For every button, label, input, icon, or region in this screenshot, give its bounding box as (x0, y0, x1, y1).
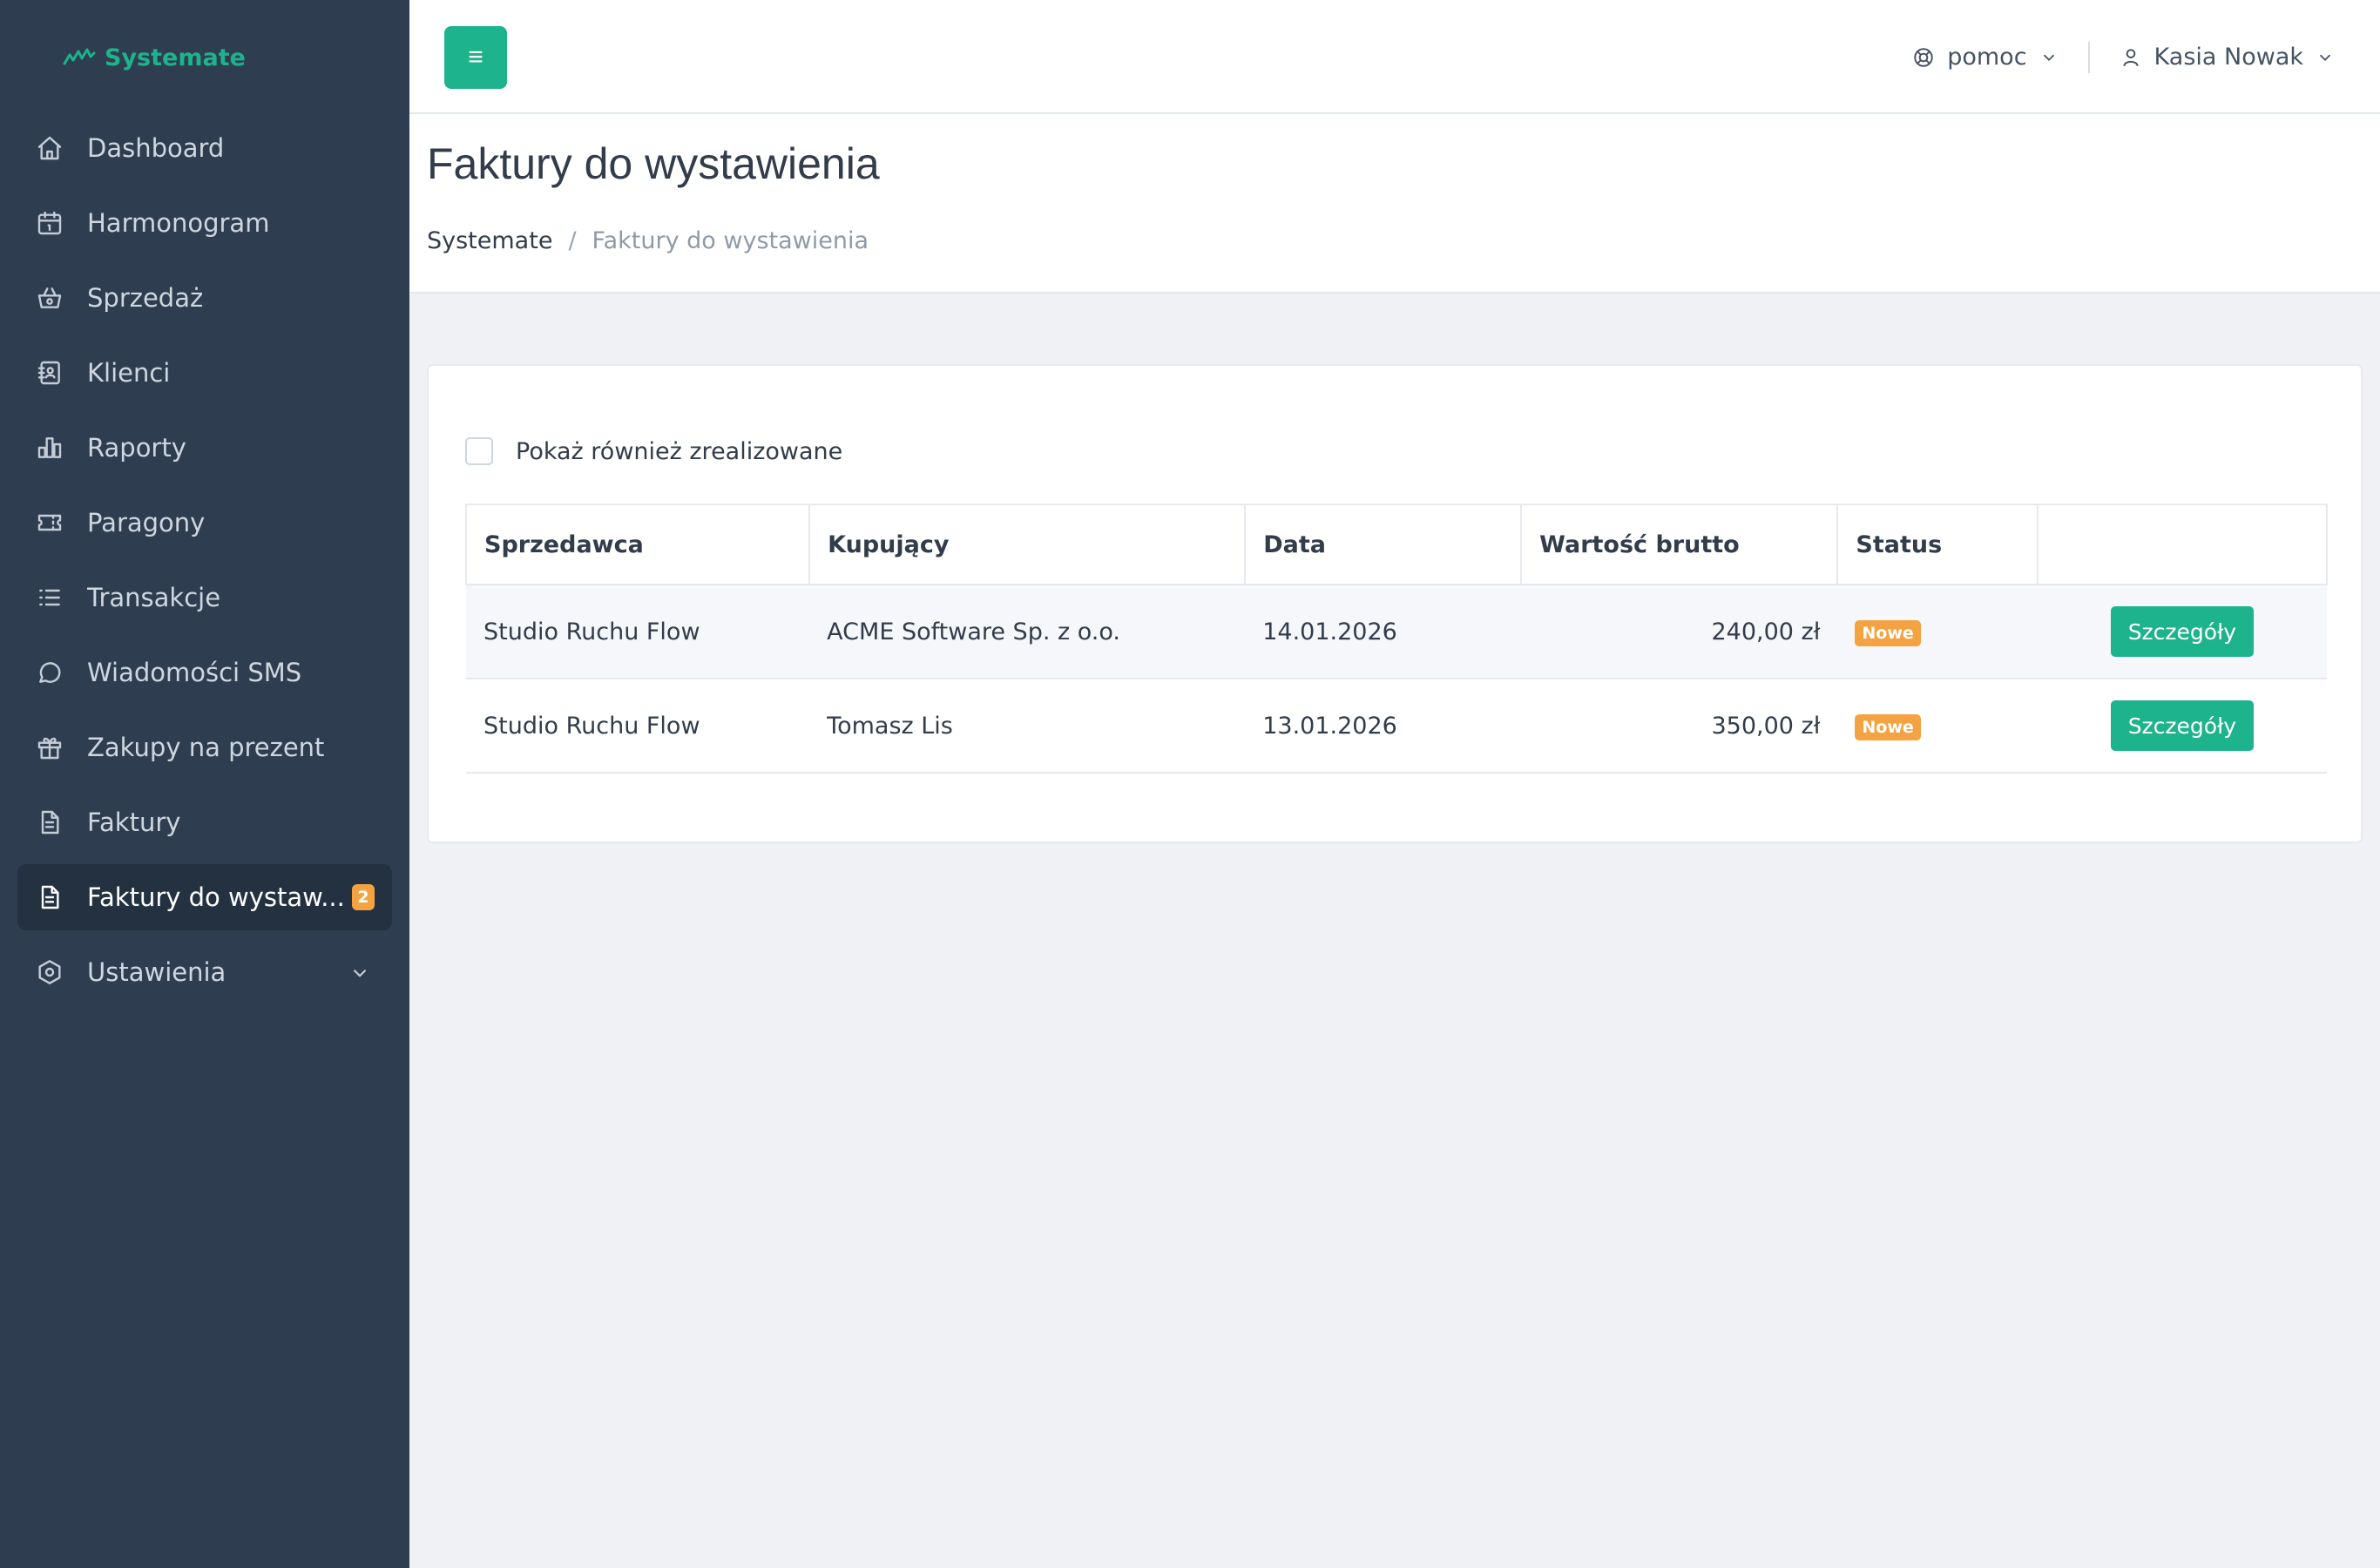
chevron-down-icon (2319, 54, 2331, 61)
sidebar-item-dashboard[interactable]: Dashboard (17, 115, 392, 181)
sidebar-item-klienci[interactable]: Klienci (17, 340, 392, 406)
help-label: pomoc (1947, 44, 2027, 71)
user-menu[interactable]: Kasia Nowak (2120, 44, 2335, 71)
cell-action: Szczegóły (2037, 679, 2327, 774)
sidebar-item-zakupy-na-prezent[interactable]: Zakupy na prezent (17, 714, 392, 781)
table-row: Studio Ruchu Flow ACME Software Sp. z o.… (466, 585, 2327, 679)
sidebar-item-faktury-do-wystawienia[interactable]: Faktury do wystaw... 2 (17, 864, 392, 930)
menu-toggle-button[interactable]: ≡ (444, 26, 507, 89)
message-icon (35, 658, 64, 687)
user-icon (2122, 48, 2139, 66)
cell-seller: Studio Ruchu Flow (466, 585, 810, 679)
cell-buyer: ACME Software Sp. z o.o. (809, 585, 1246, 679)
document-icon (35, 882, 64, 912)
document-icon (35, 808, 64, 837)
pending-count-badge: 2 (352, 884, 375, 910)
cell-buyer: Tomasz Lis (809, 679, 1246, 774)
brand-name: Systemate (105, 44, 246, 71)
address-book-icon (35, 358, 64, 388)
breadcrumb-current: Faktury do wystawienia (592, 227, 869, 254)
brand-logo[interactable]: Systemate (17, 0, 392, 115)
breadcrumb-root-link[interactable]: Systemate (427, 227, 552, 254)
sidebar-item-label: Transakcje (87, 583, 221, 612)
sidebar-item-label: Raporty (87, 433, 186, 463)
sidebar-item-label: Faktury (87, 808, 181, 837)
invoices-table: Sprzedawca Kupujący Data Wartość brutto … (464, 504, 2329, 774)
sidebar-item-wiadomosci-sms[interactable]: Wiadomości SMS (17, 639, 392, 706)
cell-gross-value: 350,00 zł (1521, 679, 1838, 774)
user-name: Kasia Nowak (2153, 44, 2303, 71)
sidebar-item-label: Ustawienia (87, 957, 227, 987)
sidebar-item-label: Wiadomości SMS (87, 658, 302, 687)
top-bar: ≡ pomoc Kasia Nowak (409, 0, 2380, 114)
sidebar-item-label: Harmonogram (87, 208, 270, 238)
basket-icon (35, 283, 64, 313)
column-header-date[interactable]: Data (1244, 504, 1523, 585)
status-badge: Nowe (1855, 619, 1921, 646)
list-icon (35, 583, 64, 612)
calendar-icon (35, 208, 64, 238)
sidebar-item-paragony[interactable]: Paragony (17, 490, 392, 556)
sidebar-item-faktury[interactable]: Faktury (17, 789, 392, 855)
show-completed-label: Pokaż również zrealizowane (516, 437, 843, 465)
sidebar-item-label: Dashboard (87, 133, 225, 163)
home-icon (35, 133, 64, 163)
cell-gross-value: 240,00 zł (1521, 585, 1838, 679)
invoices-card: Pokaż również zrealizowane Sprzedawca Ku… (427, 364, 2363, 843)
table-header-row: Sprzedawca Kupujący Data Wartość brutto … (464, 504, 2329, 585)
chevron-down-icon (2043, 54, 2054, 61)
cell-date: 14.01.2026 (1245, 585, 1522, 679)
breadcrumb: Systemate / Faktury do wystawienia (427, 227, 2380, 254)
column-header-actions (2036, 504, 2329, 585)
show-completed-filter[interactable]: Pokaż również zrealizowane (465, 437, 842, 465)
topbar-divider (2087, 41, 2090, 73)
cell-action: Szczegóły (2037, 585, 2327, 679)
settings-icon (35, 957, 64, 987)
brand-wave-icon (63, 48, 96, 65)
column-header-buyer[interactable]: Kupujący (808, 504, 1247, 585)
sidebar-item-ustawienia[interactable]: Ustawienia (17, 939, 392, 1005)
details-button[interactable]: Szczegóły (2110, 606, 2254, 657)
help-menu[interactable]: pomoc (1912, 44, 2058, 71)
top-right-menu: pomoc Kasia Nowak (1912, 0, 2335, 114)
cell-date: 13.01.2026 (1245, 679, 1522, 774)
chevron-down-icon[interactable] (348, 961, 371, 983)
cell-status: Nowe (1837, 585, 2038, 679)
breadcrumb-separator: / (568, 227, 577, 254)
sidebar-item-label: Klienci (87, 358, 171, 388)
cell-seller: Studio Ruchu Flow (466, 679, 810, 774)
sidebar-item-harmonogram[interactable]: Harmonogram (17, 190, 392, 256)
show-completed-checkbox[interactable] (465, 437, 493, 465)
details-button[interactable]: Szczegóły (2110, 700, 2254, 751)
column-header-seller[interactable]: Sprzedawca (464, 504, 811, 585)
page-title: Faktury do wystawienia (427, 139, 880, 188)
table-row: Studio Ruchu Flow Tomasz Lis 13.01.2026 … (466, 679, 2327, 774)
sidebar-item-sprzedaz[interactable]: Sprzedaż (17, 265, 392, 331)
sidebar-item-label: Faktury do wystaw... (87, 882, 345, 912)
column-header-gross-value[interactable]: Wartość brutto (1520, 504, 1839, 585)
gift-icon (35, 733, 64, 762)
sidebar: Systemate Dashboard Harmonogram Sprzedaż… (0, 0, 409, 1568)
sidebar-item-label: Sprzedaż (87, 283, 204, 313)
sidebar-item-label: Zakupy na prezent (87, 733, 325, 762)
lifebuoy-icon (1914, 47, 1933, 67)
bar-chart-icon (35, 433, 64, 463)
status-badge: Nowe (1855, 713, 1921, 740)
sidebar-item-transakcje[interactable]: Transakcje (17, 564, 392, 631)
page-header: Faktury do wystawienia Systemate / Faktu… (409, 114, 2380, 294)
column-header-status[interactable]: Status (1836, 504, 2039, 585)
sidebar-item-raporty[interactable]: Raporty (17, 415, 392, 481)
sidebar-item-label: Paragony (87, 508, 206, 537)
ticket-icon (35, 508, 64, 537)
cell-status: Nowe (1837, 679, 2038, 774)
